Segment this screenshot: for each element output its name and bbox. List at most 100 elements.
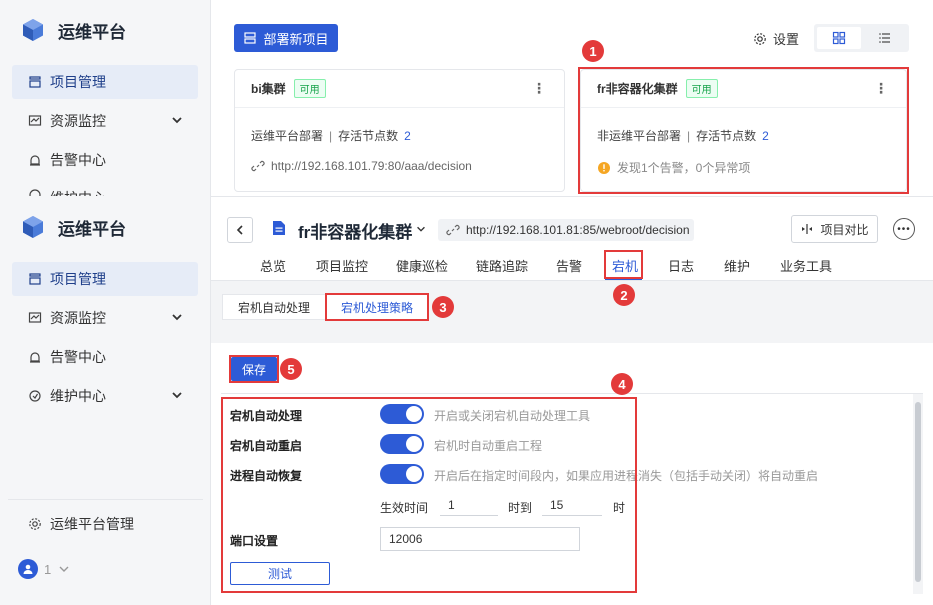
sidebar-item-label: 告警中心 — [50, 152, 106, 168]
platform-admin-link[interactable]: 运维平台管理 — [12, 507, 198, 541]
more-button[interactable]: ••• — [893, 218, 915, 240]
deploy-type: 运维平台部署 — [251, 129, 324, 143]
compare-label: 项目对比 — [820, 222, 869, 237]
scrollbar-track[interactable] — [913, 394, 923, 594]
deploy-button[interactable]: 部署新项目 — [234, 24, 338, 52]
tab-trace[interactable]: 链路追踪 — [476, 256, 528, 275]
url-text: http://192.168.101.79:80/aaa/decision — [271, 159, 472, 173]
list-icon — [29, 76, 41, 88]
tab-health-check[interactable]: 健康巡检 — [396, 256, 448, 275]
sidebar-item-label: 维护中心 — [50, 388, 106, 404]
grid-icon — [832, 31, 846, 45]
subtab-label: 宕机自动处理 — [237, 300, 310, 315]
cube-logo-icon — [23, 216, 43, 238]
link-icon — [251, 160, 265, 172]
nodes-label: 存活节点数 — [338, 129, 399, 143]
chevron-left-icon — [236, 225, 243, 235]
content-divider — [221, 393, 923, 394]
cube-logo-icon — [23, 19, 43, 41]
chevron-down-icon — [59, 566, 69, 572]
sidebar-item-monitor[interactable]: 资源监控 — [12, 104, 198, 138]
sidebar-divider — [8, 499, 203, 500]
card-header: bi集群 可用 ⋮ — [235, 70, 564, 108]
project-url[interactable]: http://192.168.101.81:85/webroot/decisio… — [438, 219, 694, 241]
chevron-down-icon — [172, 392, 182, 399]
gear-icon — [29, 518, 41, 530]
sidebar-item-monitor[interactable]: 资源监控 — [12, 301, 198, 335]
app-logo: 运维平台 — [20, 214, 126, 240]
sidebar-top: 运维平台 项目管理 资源监控 告警中心 维护中心 — [0, 0, 211, 196]
tab-overview[interactable]: 总览 — [260, 256, 286, 275]
tab-business-tools[interactable]: 业务工具 — [780, 256, 832, 275]
marker-2: 2 — [613, 284, 635, 306]
list-view-button[interactable] — [864, 27, 906, 49]
url-text: http://192.168.101.81:85/webroot/decisio… — [466, 223, 690, 237]
project-title: fr非容器化集群 — [298, 223, 413, 242]
annotation-box-3 — [325, 293, 429, 321]
list-icon — [29, 273, 41, 285]
link-icon — [446, 224, 460, 236]
compare-button[interactable]: 项目对比 — [791, 215, 878, 243]
app-logo: 运维平台 — [20, 17, 126, 43]
project-card-bi[interactable]: bi集群 可用 ⋮ 运维平台部署 | 存活节点数 2 http://192.16… — [234, 69, 565, 192]
sidebar-main: 运维平台 项目管理 资源监控 告警中心 维护中心 运维平台管理 1 — [0, 196, 211, 605]
card-title: bi集群 — [251, 82, 286, 96]
sidebar-item-maintenance[interactable]: 维护中心 — [12, 379, 198, 413]
annotation-box-1 — [578, 67, 909, 194]
more-icon: ••• — [897, 223, 911, 235]
settings-label: 设置 — [773, 32, 800, 47]
alarm-icon — [30, 155, 40, 166]
card-url[interactable]: http://192.168.101.79:80/aaa/decision — [251, 159, 472, 173]
scrollbar-thumb[interactable] — [915, 402, 921, 582]
document-icon — [273, 221, 285, 235]
deploy-label: 部署新项目 — [263, 31, 329, 47]
admin-label: 运维平台管理 — [50, 516, 134, 532]
chart-icon — [28, 312, 42, 323]
user-icon — [23, 564, 33, 574]
sidebar-item-label: 维护中心 — [50, 188, 106, 196]
sidebar-item-maint-clipped[interactable]: 维护中心 — [12, 180, 198, 196]
marker-5: 5 — [280, 358, 302, 380]
chevron-down-icon[interactable] — [415, 223, 427, 235]
shield-icon — [29, 390, 41, 402]
marker-1: 1 — [582, 40, 604, 62]
tab-maintenance[interactable]: 维护 — [724, 256, 750, 275]
sidebar-item-alerts[interactable]: 告警中心 — [12, 143, 198, 177]
grid-view-button[interactable] — [817, 27, 861, 49]
settings-button[interactable]: 设置 — [753, 29, 799, 48]
list-lines-icon — [879, 33, 890, 43]
sidebar-item-label: 项目管理 — [50, 74, 106, 90]
annotation-box-5 — [229, 355, 279, 383]
view-switcher — [814, 24, 909, 52]
status-badge: 可用 — [293, 79, 326, 98]
tab-log[interactable]: 日志 — [668, 256, 694, 275]
subtab-auto-handle[interactable]: 宕机自动处理 — [222, 294, 326, 320]
main-top-divider — [211, 196, 933, 197]
gear-icon — [754, 32, 766, 45]
nodes-count: 2 — [404, 128, 411, 143]
avatar — [18, 559, 38, 579]
card-info: 运维平台部署 | 存活节点数 2 — [251, 127, 411, 144]
marker-3: 3 — [432, 296, 454, 318]
chart-icon — [28, 115, 42, 126]
sidebar-item-label: 项目管理 — [50, 271, 106, 287]
sidebar-item-label: 资源监控 — [50, 113, 106, 129]
annotation-box-2 — [604, 250, 643, 279]
marker-4: 4 — [611, 373, 633, 395]
back-button[interactable] — [227, 217, 253, 243]
user-count: 1 — [44, 561, 52, 577]
chevron-down-icon — [172, 117, 182, 124]
app-title: 运维平台 — [58, 22, 126, 42]
tab-alert[interactable]: 告警 — [556, 256, 582, 275]
annotation-box-4 — [221, 397, 637, 593]
more-icon[interactable]: ⋮ — [532, 80, 546, 97]
compare-icon — [802, 224, 813, 234]
sidebar-item-projects[interactable]: 项目管理 — [12, 65, 198, 99]
user-menu[interactable]: 1 — [18, 559, 71, 579]
sidebar-item-projects[interactable]: 项目管理 — [12, 262, 198, 296]
tab-project-monitor[interactable]: 项目监控 — [316, 256, 368, 275]
sidebar-item-alerts[interactable]: 告警中心 — [12, 340, 198, 374]
sidebar-item-label: 资源监控 — [50, 310, 106, 326]
chevron-down-icon — [172, 314, 182, 321]
tabs-divider — [211, 280, 933, 281]
